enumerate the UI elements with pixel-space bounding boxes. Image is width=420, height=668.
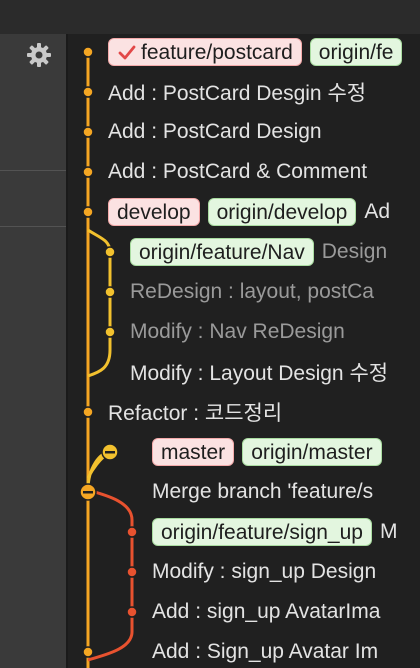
commit-row[interactable]: Modify : Layout Design 수정: [130, 355, 388, 389]
commit-dot[interactable]: [82, 126, 94, 138]
commit-dot[interactable]: [82, 206, 94, 218]
branch-tag-remote[interactable]: origin/fe: [309, 38, 403, 66]
commit-dot[interactable]: [126, 606, 138, 618]
merge-marker: [105, 451, 115, 454]
commit-message: M: [379, 520, 398, 543]
commit-message: Modify : sign_up Design: [152, 560, 377, 583]
commit-message: ReDesign : layout, postCa: [130, 280, 374, 303]
commit-dot[interactable]: [126, 566, 138, 578]
commit-row[interactable]: Add : PostCard Desgin 수정: [108, 75, 366, 109]
branch-tag-remote[interactable]: origin/develop: [207, 198, 357, 226]
branch-tag-remote[interactable]: origin/master: [242, 438, 382, 466]
commit-message: Modify : Nav ReDesign: [130, 320, 345, 343]
branch-tag-remote[interactable]: origin/feature/sign_up: [152, 518, 372, 546]
commit-row[interactable]: Add : Sign_up Avatar Im: [152, 635, 378, 668]
commit-message: Modify : Layout Design 수정: [130, 362, 389, 385]
commit-dot[interactable]: [104, 246, 116, 258]
branch-tag-local[interactable]: develop: [108, 198, 200, 226]
commit-dot[interactable]: [82, 86, 94, 98]
commit-row[interactable]: Add : sign_up AvatarIma: [152, 595, 380, 629]
commit-row[interactable]: origin/feature/Nav Design: [130, 235, 387, 269]
commit-row[interactable]: origin/feature/sign_up M: [152, 515, 397, 549]
git-client-window: feature/postcard origin/fe Add : PostCar…: [0, 0, 420, 668]
commit-message: Add : PostCard Desgin 수정: [108, 82, 367, 105]
commit-message: Add : Sign_up Avatar Im: [152, 640, 379, 663]
commit-row[interactable]: feature/postcard origin/fe: [108, 35, 410, 69]
commit-message: Add : PostCard & Comment: [108, 160, 368, 183]
merge-marker: [83, 491, 93, 494]
branch-tag-remote[interactable]: origin/feature/Nav: [130, 238, 314, 266]
graph-lane-signup: [87, 488, 134, 662]
commit-message: Refactor : 코드정리: [108, 402, 283, 425]
commit-row[interactable]: master origin/master: [152, 435, 390, 469]
commit-message: Ad: [364, 200, 391, 223]
commit-dot[interactable]: [104, 326, 116, 338]
commit-message: Merge branch 'feature/s: [152, 480, 374, 503]
branch-tag-local[interactable]: master: [152, 438, 235, 466]
commit-dot[interactable]: [82, 406, 94, 418]
commit-dot[interactable]: [82, 646, 94, 658]
branch-tag-local[interactable]: feature/postcard: [108, 38, 302, 66]
commit-dot[interactable]: [104, 286, 116, 298]
commit-message: Add : sign_up AvatarIma: [152, 600, 381, 623]
commit-row[interactable]: Add : PostCard & Comment: [108, 155, 367, 189]
commit-dot[interactable]: [82, 166, 94, 178]
commit-row[interactable]: Refactor : 코드정리: [108, 395, 282, 429]
commit-dot[interactable]: [82, 46, 94, 58]
commit-message: Add : PostCard Design: [108, 120, 322, 143]
commit-row[interactable]: Modify : Nav ReDesign: [130, 315, 345, 349]
commit-row[interactable]: ReDesign : layout, postCa: [130, 275, 374, 309]
commit-row[interactable]: Add : PostCard Design: [108, 115, 322, 149]
branch-tag-label: feature/postcard: [141, 41, 293, 64]
commit-row[interactable]: Merge branch 'feature/s: [152, 475, 373, 509]
commit-row[interactable]: develop origin/develop Ad: [108, 195, 390, 229]
commit-row[interactable]: Modify : sign_up Design: [152, 555, 376, 589]
checkmark-icon: [118, 46, 136, 60]
commit-dot[interactable]: [126, 526, 138, 538]
commit-message: Design: [321, 240, 388, 263]
